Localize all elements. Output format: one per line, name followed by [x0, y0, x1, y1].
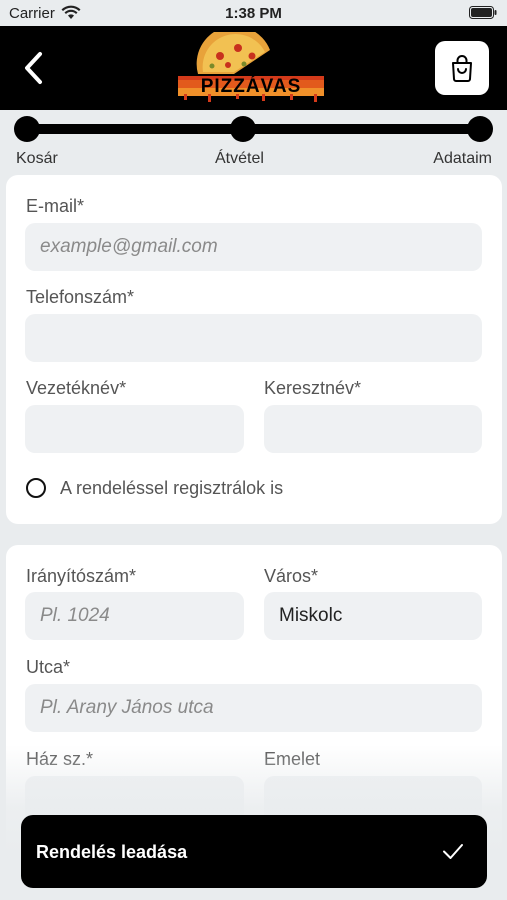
phone-field[interactable]: [25, 314, 482, 362]
firstname-field[interactable]: [264, 405, 482, 453]
lastname-field[interactable]: [25, 405, 244, 453]
register-radio[interactable]: [26, 478, 46, 498]
street-field[interactable]: Pl. Arany János utca: [25, 684, 482, 732]
place-order-label: Rendelés leadása: [36, 842, 188, 862]
city-field[interactable]: Miskolc: [264, 592, 482, 640]
step-label-cart: Kosár: [16, 150, 58, 167]
logo-wordmark: PIZZÁVAS: [178, 75, 324, 102]
street-label: Utca*: [26, 657, 71, 677]
battery-icon: [469, 6, 497, 23]
back-button[interactable]: [18, 48, 50, 88]
step-dot-details: [467, 116, 493, 142]
clock: 1:38 PM: [225, 5, 282, 22]
checkmark-icon: [441, 839, 465, 868]
floor-label: Emelet: [264, 749, 321, 769]
firstname-label: Keresztnév*: [264, 378, 362, 398]
place-order-button[interactable]: Rendelés leadása: [21, 815, 487, 888]
step-label-details: Adataim: [433, 150, 492, 167]
zip-label: Irányítószám*: [26, 566, 137, 586]
step-dot-pickup: [230, 116, 256, 142]
step-dot-cart: [14, 116, 40, 142]
step-label-pickup: Átvétel: [215, 150, 264, 167]
checkout-stepper: Kosár Átvétel Adataim: [0, 110, 507, 170]
status-bar: Carrier 1:38 PM: [0, 0, 507, 26]
pizzavas-logo: PIZZÁVAS: [170, 25, 330, 104]
email-field[interactable]: example@gmail.com: [25, 223, 482, 271]
zip-field[interactable]: Pl. 1024: [25, 592, 244, 640]
contact-card: E-mail* example@gmail.com Telefonszám* V…: [6, 175, 502, 524]
svg-text:PIZZÁVAS: PIZZÁVAS: [201, 75, 302, 97]
cart-button[interactable]: [435, 41, 489, 95]
city-label: Város*: [264, 566, 319, 586]
shopping-bag-icon: [452, 55, 472, 82]
chevron-left-icon: [25, 52, 42, 84]
app-header: PIZZÁVAS: [0, 25, 507, 110]
lastname-label: Vezetéknév*: [26, 378, 127, 398]
house-number-label: Ház sz.*: [26, 749, 94, 769]
phone-label: Telefonszám*: [26, 287, 135, 307]
register-label: A rendeléssel regisztrálok is: [60, 478, 284, 498]
email-label: E-mail*: [26, 196, 85, 216]
